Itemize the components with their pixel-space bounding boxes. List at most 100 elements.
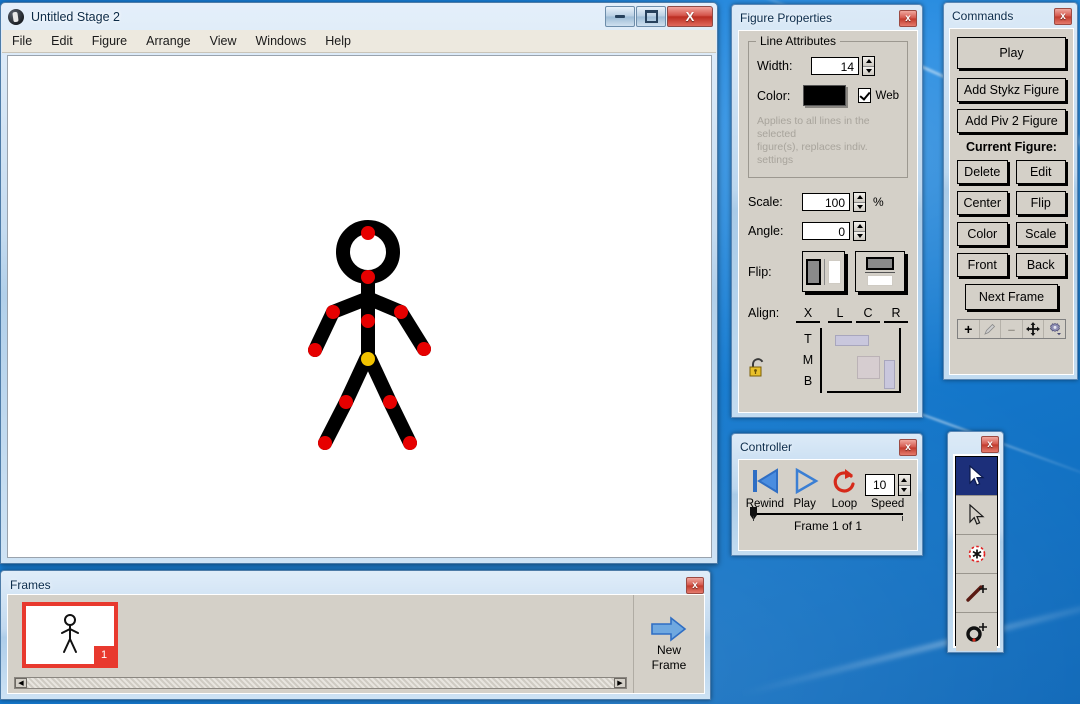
scroll-right-arrow[interactable]: ▶ bbox=[614, 678, 626, 688]
angle-input[interactable]: 0 bbox=[802, 222, 850, 240]
align-c-button[interactable]: C bbox=[856, 304, 880, 323]
align-l-button[interactable]: L bbox=[828, 304, 852, 323]
minimize-button[interactable] bbox=[605, 6, 635, 27]
stage-titlebar[interactable]: Untitled Stage 2 X bbox=[2, 4, 716, 30]
angle-stepper-up[interactable] bbox=[854, 222, 865, 232]
menu-item-windows[interactable]: Windows bbox=[256, 34, 307, 48]
subselect-arrow-tool[interactable] bbox=[956, 496, 997, 535]
figure-origin-node[interactable] bbox=[361, 352, 375, 366]
web-checkbox[interactable] bbox=[858, 88, 871, 103]
width-stepper-down[interactable] bbox=[863, 67, 874, 76]
tool-palette-close-button[interactable]: x bbox=[981, 436, 999, 453]
add-line-tool[interactable] bbox=[956, 574, 997, 613]
maximize-button[interactable] bbox=[636, 6, 666, 27]
frames-close-button[interactable]: x bbox=[686, 577, 704, 594]
speed-stepper-down[interactable] bbox=[899, 486, 910, 496]
controller-titlebar[interactable]: Controller x bbox=[732, 434, 922, 460]
speed-label: Speed bbox=[871, 498, 904, 510]
align-t-button[interactable]: T bbox=[796, 328, 820, 349]
menu-item-file[interactable]: File bbox=[12, 34, 32, 48]
loop-icon bbox=[829, 466, 859, 496]
close-button[interactable]: X bbox=[667, 6, 713, 27]
gear-icon[interactable] bbox=[1044, 320, 1065, 338]
command-row-3: Color Scale bbox=[957, 222, 1066, 246]
lock-icon[interactable] bbox=[748, 357, 770, 384]
line-attributes-hint-1: Applies to all lines in the selected bbox=[757, 115, 899, 141]
scale-row: Scale: 100 % bbox=[748, 192, 908, 212]
align-m-button[interactable]: M bbox=[796, 349, 820, 370]
scale-stepper[interactable] bbox=[853, 192, 866, 212]
align-x-button[interactable]: X bbox=[796, 304, 820, 323]
scale-stepper-up[interactable] bbox=[854, 193, 865, 203]
speed-stepper[interactable] bbox=[898, 474, 911, 496]
align-label: Align: bbox=[748, 304, 796, 320]
menu-item-arrange[interactable]: Arrange bbox=[146, 34, 190, 48]
angle-stepper-down[interactable] bbox=[854, 232, 865, 241]
pencil-icon[interactable] bbox=[980, 320, 1002, 338]
width-stepper-up[interactable] bbox=[863, 57, 874, 67]
scale-stepper-down[interactable] bbox=[854, 203, 865, 212]
add-stykz-figure-button[interactable]: Add Stykz Figure bbox=[957, 78, 1066, 102]
align-r-button[interactable]: R bbox=[884, 304, 908, 323]
align-section: Align: X L C R T M B bbox=[748, 304, 908, 393]
rewind-control[interactable]: Rewind bbox=[745, 466, 785, 510]
figure-properties-close-button[interactable]: x bbox=[899, 10, 917, 27]
align-b-button[interactable]: B bbox=[796, 370, 820, 391]
edit-button[interactable]: Edit bbox=[1016, 160, 1067, 184]
flip-horizontal-icon[interactable] bbox=[802, 251, 845, 292]
color-button[interactable]: Color bbox=[957, 222, 1008, 246]
next-frame-button[interactable]: Next Frame bbox=[965, 284, 1058, 310]
angle-row: Angle: 0 bbox=[748, 221, 908, 241]
plus-icon[interactable]: + bbox=[958, 320, 980, 338]
frame-thumbnail[interactable]: 1 bbox=[22, 602, 118, 668]
scale-button[interactable]: Scale bbox=[1016, 222, 1067, 246]
commands-titlebar[interactable]: Commands x bbox=[944, 3, 1077, 29]
width-input[interactable]: 14 bbox=[811, 57, 859, 75]
width-stepper[interactable] bbox=[862, 56, 875, 76]
front-button[interactable]: Front bbox=[957, 253, 1008, 277]
frame-number-badge: 1 bbox=[94, 646, 114, 664]
flip-vertical-icon[interactable] bbox=[855, 251, 905, 292]
stage-canvas[interactable] bbox=[7, 55, 712, 558]
loop-control[interactable]: Loop bbox=[825, 466, 865, 510]
select-arrow-tool[interactable] bbox=[956, 457, 997, 496]
minus-icon[interactable]: – bbox=[1001, 320, 1023, 338]
align-horizontal-buttons: X L C R bbox=[796, 304, 908, 323]
figure-icon-bar: + – bbox=[957, 319, 1066, 339]
back-button[interactable]: Back bbox=[1016, 253, 1067, 277]
menu-item-figure[interactable]: Figure bbox=[92, 34, 127, 48]
add-circle-tool[interactable] bbox=[956, 613, 997, 651]
figure-properties-titlebar[interactable]: Figure Properties x bbox=[732, 5, 922, 31]
frame-slider[interactable] bbox=[753, 513, 903, 515]
speed-input[interactable]: 10 bbox=[865, 474, 895, 496]
new-frame-button[interactable]: New Frame bbox=[634, 595, 704, 693]
flip-button[interactable]: Flip bbox=[1016, 191, 1067, 215]
tool-palette-window: x bbox=[947, 431, 1004, 653]
add-figure-node-tool[interactable] bbox=[956, 535, 997, 574]
controller-close-button[interactable]: x bbox=[899, 439, 917, 456]
frame-strip[interactable]: 1 ◀ ▶ bbox=[8, 595, 634, 693]
menu-item-view[interactable]: View bbox=[210, 34, 237, 48]
speed-stepper-up[interactable] bbox=[899, 475, 910, 486]
arrow-right-icon bbox=[651, 615, 687, 643]
slider-tick bbox=[753, 516, 754, 521]
tool-palette-titlebar[interactable]: x bbox=[948, 432, 1003, 454]
stick-figure[interactable] bbox=[8, 56, 712, 558]
scroll-left-arrow[interactable]: ◀ bbox=[15, 678, 27, 688]
delete-button[interactable]: Delete bbox=[957, 160, 1008, 184]
frame-status: Frame 1 of 1 bbox=[739, 519, 917, 533]
play-control[interactable]: Play bbox=[785, 466, 825, 510]
line-color-swatch[interactable] bbox=[803, 85, 846, 106]
scale-input[interactable]: 100 bbox=[802, 193, 850, 211]
angle-stepper[interactable] bbox=[853, 221, 866, 241]
commands-close-button[interactable]: x bbox=[1054, 8, 1072, 25]
add-piv2-figure-button[interactable]: Add Piv 2 Figure bbox=[957, 109, 1066, 133]
move-icon[interactable] bbox=[1023, 320, 1045, 338]
menu-item-help[interactable]: Help bbox=[325, 34, 351, 48]
line-attributes-hint-2: figure(s), replaces indiv. settings bbox=[757, 141, 899, 167]
frames-horizontal-scrollbar[interactable]: ◀ ▶ bbox=[14, 677, 627, 689]
center-button[interactable]: Center bbox=[957, 191, 1008, 215]
menu-item-edit[interactable]: Edit bbox=[51, 34, 73, 48]
color-row: Color: Web bbox=[757, 85, 899, 106]
play-button[interactable]: Play bbox=[957, 37, 1066, 69]
